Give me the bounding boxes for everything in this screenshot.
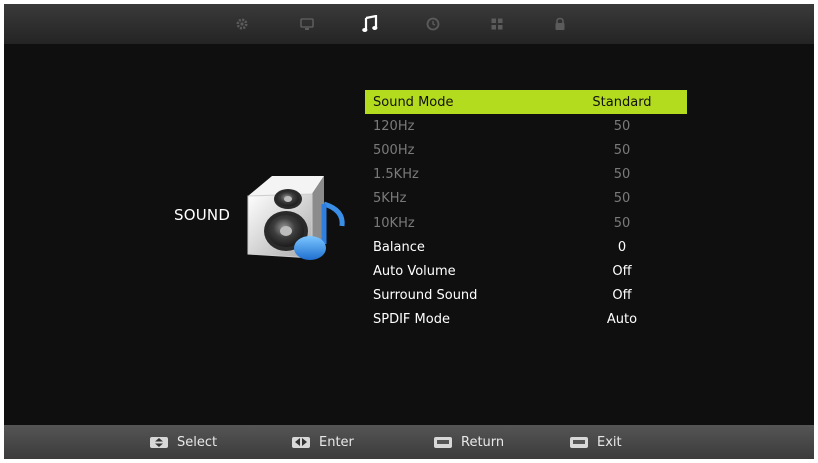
menu-value: Off: [612, 263, 632, 279]
tab-setup[interactable]: [484, 12, 510, 36]
menu-tab-bar: [4, 4, 814, 44]
menu-value: 50: [613, 118, 631, 134]
menu-value: Auto: [606, 312, 638, 328]
tv-osd-screen: SOUND Sound Mode Standard 120Hz 50 500Hz…: [4, 4, 814, 459]
menu-key-icon: [434, 436, 452, 448]
menu-row-spdif-mode[interactable]: SPDIF Mode Auto: [365, 308, 687, 332]
clock-icon: [426, 17, 440, 31]
tab-time[interactable]: [420, 12, 446, 36]
menu-row-10khz[interactable]: 10KHz 50: [365, 211, 687, 235]
menu-row-5khz[interactable]: 5KHz 50: [365, 187, 687, 211]
key-hint-bar: Select Enter Return Exit: [4, 425, 814, 459]
hint-enter: Enter: [292, 425, 354, 459]
menu-label: SPDIF Mode: [373, 312, 450, 328]
menu-row-balance[interactable]: Balance 0: [365, 235, 687, 259]
section-title: SOUND: [174, 206, 231, 224]
menu-row-500hz[interactable]: 500Hz 50: [365, 138, 687, 162]
hint-label: Exit: [597, 434, 622, 450]
menu-label: 5KHz: [373, 191, 407, 207]
menu-value: 50: [613, 167, 631, 183]
menu-value: Off: [612, 288, 632, 304]
sound-menu-list: Sound Mode Standard 120Hz 50 500Hz 50 1.…: [365, 90, 687, 332]
menu-row-auto-volume[interactable]: Auto Volume Off: [365, 259, 687, 283]
menu-value: 50: [613, 142, 631, 158]
menu-label: 1.5KHz: [373, 167, 419, 183]
tab-picture[interactable]: [294, 12, 320, 36]
hint-label: Return: [461, 434, 505, 450]
menu-value: Standard: [592, 94, 652, 110]
menu-label: 10KHz: [373, 215, 415, 231]
menu-row-sound-mode[interactable]: Sound Mode Standard: [365, 90, 687, 115]
left-right-key-icon: [292, 436, 310, 448]
menu-label: Surround Sound: [373, 288, 478, 304]
hint-select: Select: [150, 425, 217, 459]
gear-icon: [236, 18, 248, 30]
menu-value: 50: [613, 215, 631, 231]
hint-exit: Exit: [570, 425, 622, 459]
menu-label: 500Hz: [373, 142, 415, 158]
lock-icon: [555, 17, 565, 30]
hint-label: Select: [177, 434, 218, 450]
menu-value: 50: [613, 191, 631, 207]
exit-key-icon: [570, 436, 588, 448]
tab-lock[interactable]: [547, 12, 573, 36]
hint-return: Return: [434, 425, 504, 459]
menu-value: 0: [617, 239, 627, 255]
menu-label: Auto Volume: [373, 263, 456, 279]
tab-sound[interactable]: [357, 12, 383, 36]
menu-row-120hz[interactable]: 120Hz 50: [365, 114, 687, 138]
menu-label: Balance: [373, 239, 425, 255]
menu-label: Sound Mode: [373, 94, 454, 110]
monitor-icon: [300, 18, 314, 30]
hint-label: Enter: [319, 434, 354, 450]
speaker-music-icon: [242, 174, 352, 264]
menu-row-1-5khz[interactable]: 1.5KHz 50: [365, 163, 687, 187]
tab-settings[interactable]: [229, 12, 255, 36]
music-note-icon: [362, 15, 378, 32]
grid-icon: [491, 18, 503, 30]
up-down-key-icon: [150, 436, 168, 448]
menu-label: 120Hz: [373, 118, 415, 134]
menu-row-surround-sound[interactable]: Surround Sound Off: [365, 284, 687, 308]
